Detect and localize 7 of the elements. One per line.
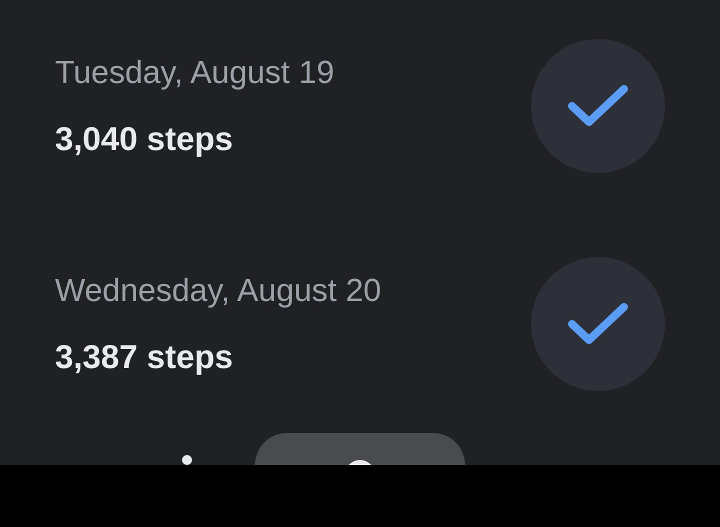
check-icon (567, 83, 629, 129)
day-date: Wednesday, August 20 (55, 271, 382, 309)
nav-icon[interactable] (182, 455, 192, 465)
step-count: 3,040 steps (55, 119, 234, 159)
day-date: Tuesday, August 19 (55, 53, 334, 91)
check-icon (567, 301, 629, 347)
step-count: 3,387 steps (55, 337, 234, 377)
